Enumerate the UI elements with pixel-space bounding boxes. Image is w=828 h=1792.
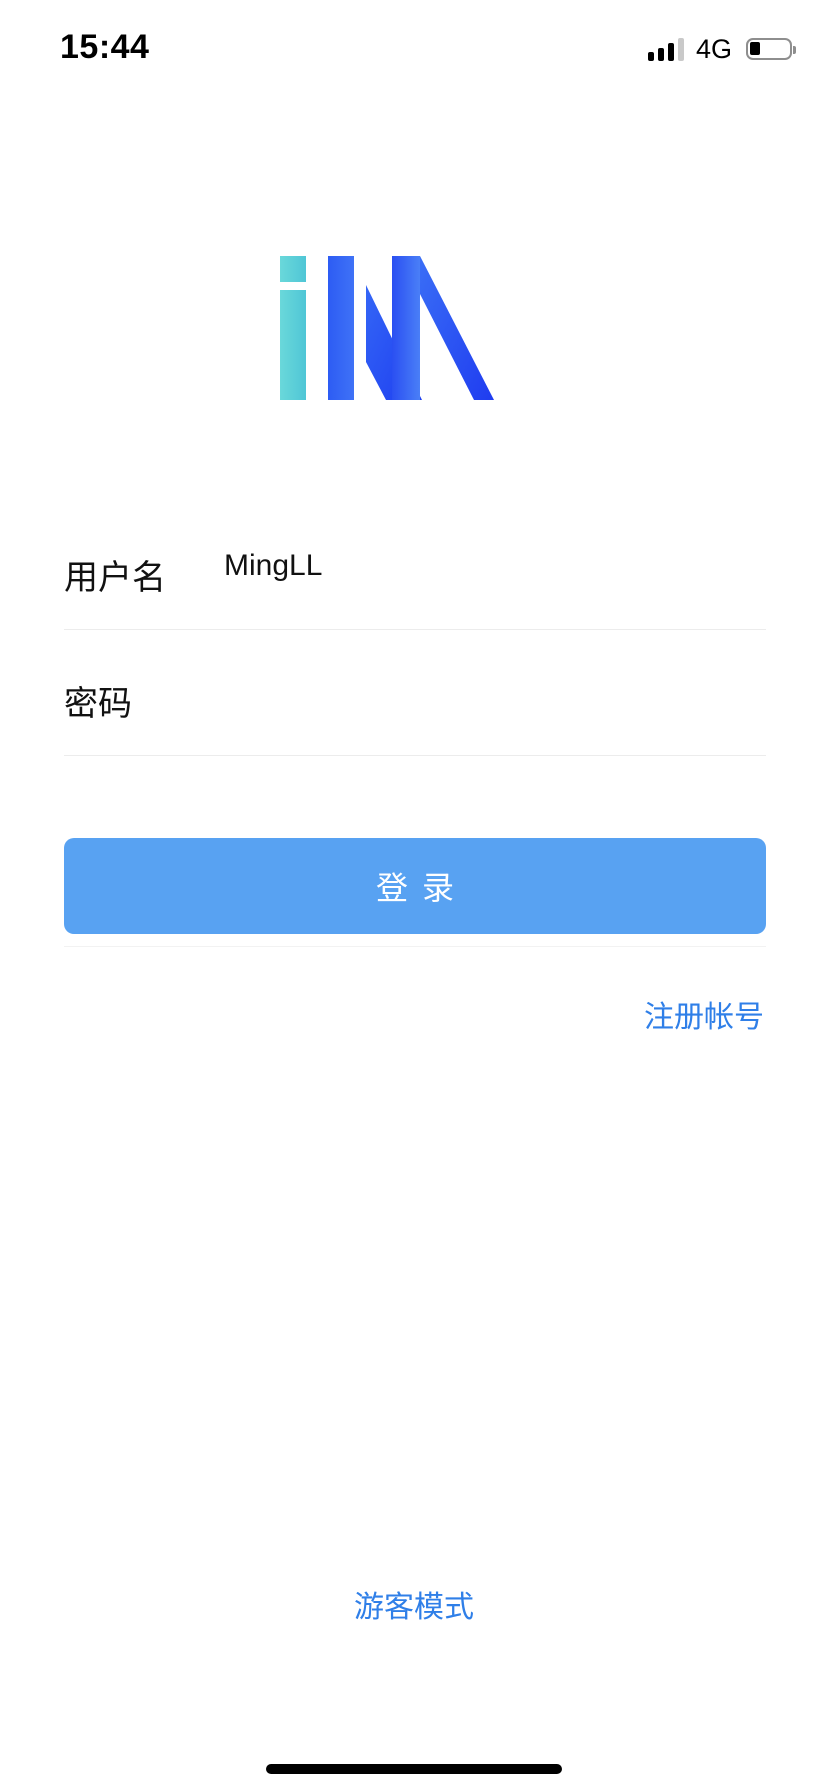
password-input[interactable] xyxy=(224,662,744,722)
logo-m-left-stem xyxy=(328,256,354,400)
username-input[interactable] xyxy=(224,536,744,596)
password-label: 密码 xyxy=(64,684,132,724)
register-account-link[interactable]: 注册帐号 xyxy=(644,992,764,1036)
username-label: 用户名 xyxy=(64,558,166,598)
logo-m-right-leg xyxy=(420,256,494,400)
status-time: 15:44 xyxy=(60,28,150,66)
logo-m-right-stem xyxy=(392,256,420,400)
logo-i-stem xyxy=(280,290,306,400)
logo-i-dot xyxy=(280,256,306,282)
status-bar: 15:44 4G xyxy=(0,0,828,100)
app-logo: iM xyxy=(280,256,494,400)
home-indicator xyxy=(266,1764,562,1774)
divider xyxy=(64,946,766,947)
cellular-signal-icon xyxy=(647,37,684,61)
guest-mode-link[interactable]: 游客模式 xyxy=(0,1582,828,1626)
battery-icon xyxy=(746,38,796,60)
password-row: 密码 xyxy=(64,636,766,756)
login-button[interactable]: 登录 xyxy=(64,838,766,934)
network-type: 4G xyxy=(695,33,732,64)
status-indicators: 4G xyxy=(647,33,796,64)
username-row: 用户名 xyxy=(64,510,766,630)
